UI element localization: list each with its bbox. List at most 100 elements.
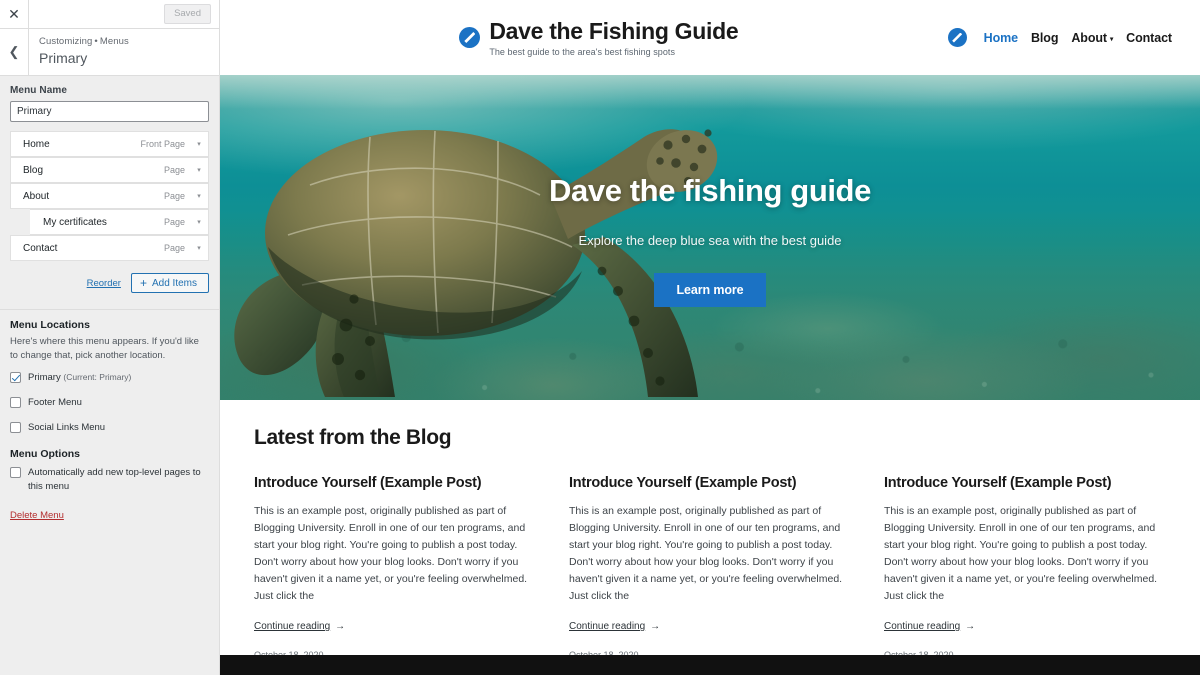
nav-item-about[interactable]: About ▾ xyxy=(1071,31,1113,45)
continue-reading-link[interactable]: Continue reading → xyxy=(569,621,660,632)
pencil-circle-logo-icon xyxy=(459,27,481,48)
nav-item-blog[interactable]: Blog xyxy=(1031,31,1058,45)
site-header: Dave the Fishing Guide The best guide to… xyxy=(220,0,1200,75)
menu-locations-description: Here's where this menu appears. If you'd… xyxy=(10,336,199,361)
customizer-topbar: ✕ Saved xyxy=(0,0,219,29)
menu-name-section: Menu Name Home Front Page ▾ Blog Page xyxy=(0,76,219,295)
location-checkbox-footer-menu[interactable]: Footer Menu xyxy=(10,396,209,410)
arrow-right-icon: → xyxy=(335,621,346,633)
menu-item-type: Page xyxy=(163,165,185,176)
checkbox-icon[interactable] xyxy=(10,372,21,384)
customizer-panel-header: ❮ Customizing • Menus Primary xyxy=(0,29,219,77)
site-preview: Dave the Fishing Guide The best guide to… xyxy=(220,0,1200,675)
post-excerpt: This is an example post, originally publ… xyxy=(884,505,1158,603)
post-title[interactable]: Introduce Yourself (Example Post) xyxy=(884,474,1166,492)
blog-section-heading: Latest from the Blog xyxy=(254,426,452,449)
breadcrumb-root: Customizing xyxy=(39,36,93,47)
blog-post-card: Introduce Yourself (Example Post) This i… xyxy=(884,474,1166,660)
nav-item-contact[interactable]: Contact xyxy=(1126,31,1172,45)
continue-reading-label: Continue reading xyxy=(569,621,646,633)
post-excerpt: This is an example post, originally publ… xyxy=(569,505,843,603)
arrow-right-icon: → xyxy=(965,621,976,633)
nav-pencil-circle-icon[interactable] xyxy=(947,28,967,47)
checkbox-icon[interactable] xyxy=(10,421,21,433)
blog-post-card: Introduce Yourself (Example Post) This i… xyxy=(569,474,851,660)
menu-item-blog[interactable]: Blog Page ▾ xyxy=(10,157,209,184)
delete-menu-link[interactable]: Delete Menu xyxy=(10,510,64,521)
menu-item-label: Contact xyxy=(23,242,58,254)
menu-item-label: My certificates xyxy=(43,216,107,228)
reorder-link[interactable]: Reorder xyxy=(87,278,121,289)
hero-subtitle: Explore the deep blue sea with the best … xyxy=(578,232,842,248)
menu-item-about[interactable]: About Page ▾ xyxy=(10,183,209,210)
continue-reading-link[interactable]: Continue reading → xyxy=(884,621,975,632)
menu-item-label: Blog xyxy=(23,164,44,176)
menu-item-type: Page xyxy=(163,191,185,202)
customizer-sidebar: ✕ Saved ❮ Customizing • Menus Primary Menu… xyxy=(0,0,220,675)
menu-name-label: Menu Name xyxy=(10,85,68,97)
save-button[interactable]: Saved xyxy=(164,4,211,24)
menu-item-label: About xyxy=(23,190,50,202)
menu-item-contact[interactable]: Contact Page ▾ xyxy=(10,235,209,262)
plus-icon: + xyxy=(139,276,147,291)
site-footer xyxy=(220,655,1200,675)
location-label: Footer Menu xyxy=(28,396,82,410)
menu-item-row-wrap: Home Front Page ▾ xyxy=(10,131,209,158)
page-title: Primary xyxy=(39,50,88,67)
continue-reading-label: Continue reading xyxy=(254,621,331,633)
nav-item-about-label: About xyxy=(1071,30,1107,45)
menu-item-home[interactable]: Home Front Page ▾ xyxy=(10,131,209,158)
blog-post-card: Introduce Yourself (Example Post) This i… xyxy=(254,474,536,660)
location-checkbox-social-links-menu[interactable]: Social Links Menu xyxy=(10,421,209,435)
customizer-body: Menu Name Home Front Page ▾ Blog Page xyxy=(0,76,219,675)
latest-blog-section: Latest from the Blog Introduce Yourself … xyxy=(220,400,1200,661)
menu-items-list: Home Front Page ▾ Blog Page ▾ About Page… xyxy=(10,131,209,262)
brand-text: Dave the Fishing Guide The best guide to… xyxy=(489,18,738,56)
location-label: Primary (Current: Primary) xyxy=(28,371,131,385)
add-items-label: Add Items xyxy=(151,277,197,289)
breadcrumb: Customizing • Menus xyxy=(39,35,129,48)
nav-item-home[interactable]: Home xyxy=(984,31,1018,45)
close-icon[interactable]: ✕ xyxy=(0,0,29,28)
learn-more-button[interactable]: Learn more xyxy=(654,272,766,307)
location-name: Primary xyxy=(28,372,61,384)
chevron-left-icon[interactable]: ❮ xyxy=(0,29,29,76)
hero-content: Dave the fishing guide Explore the deep … xyxy=(220,75,1200,400)
chevron-down-icon[interactable]: ▾ xyxy=(194,192,204,200)
breadcrumb-separator: • xyxy=(94,36,98,47)
checkbox-icon[interactable] xyxy=(10,467,21,479)
menu-name-input[interactable] xyxy=(10,101,209,123)
auto-add-pages-checkbox[interactable]: Automatically add new top-level pages to… xyxy=(10,466,209,494)
location-name: Social Links Menu xyxy=(28,421,106,433)
menu-item-label: Home xyxy=(23,138,50,150)
menu-options-heading: Menu Options xyxy=(10,448,80,461)
chevron-down-icon[interactable]: ▾ xyxy=(194,244,204,252)
post-excerpt: This is an example post, originally publ… xyxy=(254,505,528,603)
checkbox-icon[interactable] xyxy=(10,396,21,408)
continue-reading-link[interactable]: Continue reading → xyxy=(254,621,345,632)
auto-add-pages-label: Automatically add new top-level pages to… xyxy=(28,467,201,493)
menu-item-type: Page xyxy=(163,243,185,254)
site-tagline: The best guide to the area's best fishin… xyxy=(489,46,676,57)
menu-actions: Reorder + Add Items xyxy=(10,273,209,295)
panel-title-wrap: Customizing • Menus Primary xyxy=(29,29,129,75)
menu-item-type: Page xyxy=(163,217,185,228)
arrow-right-icon: → xyxy=(650,621,661,633)
menu-locations-section: Menu Locations Here's where this menu ap… xyxy=(0,310,219,523)
post-title[interactable]: Introduce Yourself (Example Post) xyxy=(569,474,851,492)
breadcrumb-section: Menus xyxy=(99,36,129,47)
menu-item-row-wrap: My certificates Page ▾ xyxy=(10,209,209,236)
add-items-button[interactable]: + Add Items xyxy=(130,273,209,294)
chevron-down-icon[interactable]: ▾ xyxy=(194,218,204,226)
location-label: Social Links Menu xyxy=(28,421,105,435)
site-branding[interactable]: Dave the Fishing Guide The best guide to… xyxy=(429,18,739,57)
menu-item-my-certificates[interactable]: My certificates Page ▾ xyxy=(10,209,209,236)
chevron-down-icon[interactable]: ▾ xyxy=(194,166,204,174)
location-note: (Current: Primary) xyxy=(63,372,132,383)
chevron-down-icon[interactable]: ▾ xyxy=(194,140,204,148)
customizer-screen: ✕ Saved ❮ Customizing • Menus Primary Menu… xyxy=(0,0,1200,675)
post-title[interactable]: Introduce Yourself (Example Post) xyxy=(254,474,536,492)
location-checkbox-primary[interactable]: Primary (Current: Primary) xyxy=(10,371,209,385)
blog-posts-grid: Introduce Yourself (Example Post) This i… xyxy=(254,474,1166,660)
menu-item-indent xyxy=(10,209,30,236)
